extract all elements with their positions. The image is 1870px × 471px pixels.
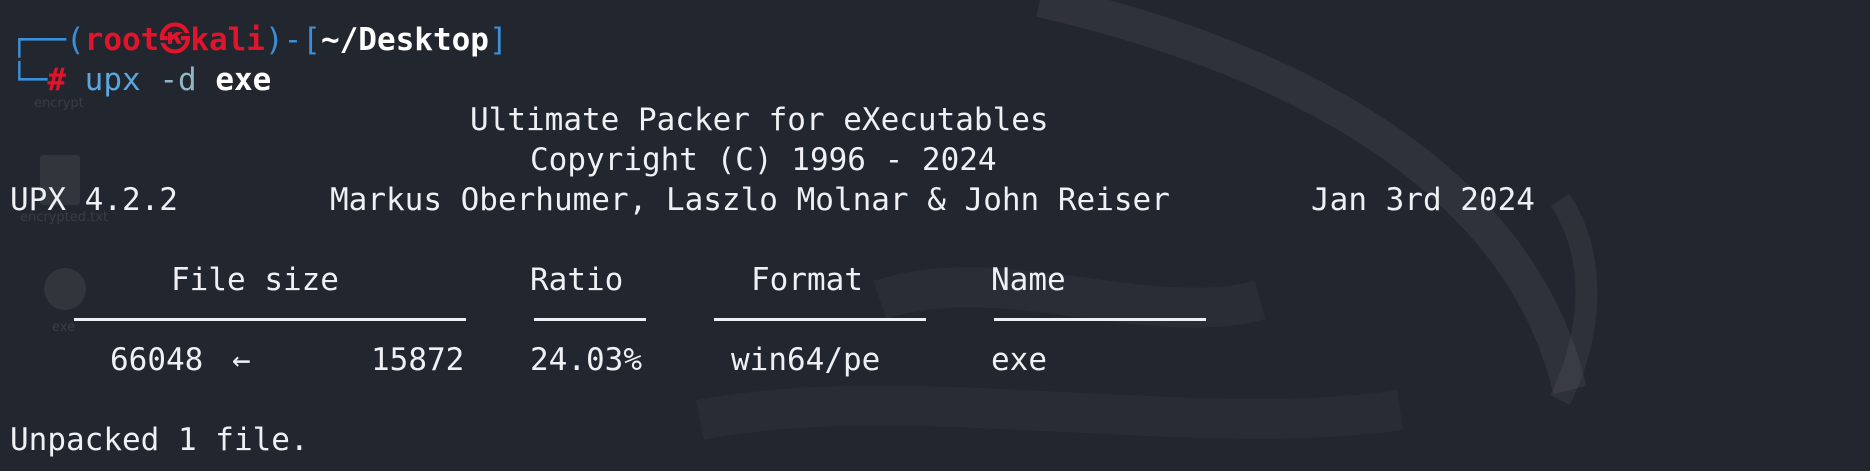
banner-copyright: Copyright (C) 1996 - 2024	[530, 142, 997, 178]
prompt-frame-top: ┌──(	[10, 22, 85, 58]
header-format: Format	[751, 262, 863, 298]
prompt-at-icon: ㉿	[159, 22, 191, 58]
prompt-cwd: ~/Desktop	[320, 22, 489, 58]
packed-size: 15872	[371, 342, 465, 378]
format-value: win64/pe	[731, 342, 881, 378]
desktop-icon-exe: exe	[52, 320, 75, 335]
name-value: exe	[991, 342, 1047, 378]
prompt-host: kali	[190, 22, 265, 58]
desktop-icon-label: exe	[52, 320, 76, 335]
prompt-separator: )-[	[264, 22, 321, 58]
banner-title: Ultimate Packer for eXecutables	[470, 102, 1049, 138]
prompt-frame-bottom: └─	[10, 62, 48, 98]
terminal-background: encrypt encrypted.txt exe	[0, 0, 1870, 471]
header-rule-name	[994, 318, 1206, 321]
header-rule-file-size	[74, 318, 466, 321]
command-flag: -d	[159, 62, 197, 98]
prompt-bracket-end: ]	[488, 22, 508, 58]
banner-version: UPX 4.2.2	[10, 182, 178, 218]
header-rule-ratio	[534, 318, 646, 321]
ratio-value: 24.03%	[530, 342, 642, 378]
prompt-hash: #	[47, 62, 66, 98]
arrow-left-icon: ←	[232, 342, 251, 378]
prompt-line: ┌──(root㉿kali)-[~/Desktop]	[10, 20, 508, 60]
header-ratio: Ratio	[530, 262, 624, 298]
dragon-wallpaper-graphic	[1036, 0, 1598, 405]
command-line: └─# upx -d exe	[10, 60, 271, 100]
gear-icon	[44, 268, 86, 310]
command-argument: exe	[215, 62, 272, 98]
prompt-user: root	[84, 22, 160, 58]
banner-date: Jan 3rd 2024	[1311, 182, 1535, 218]
header-rule-format	[714, 318, 926, 321]
original-size: 66048	[110, 342, 204, 378]
banner-authors: Markus Oberhumer, Laszlo Molnar & John R…	[330, 182, 1170, 218]
header-name: Name	[991, 262, 1066, 298]
result-message: Unpacked 1 file.	[10, 422, 309, 458]
header-file-size: File size	[171, 262, 339, 298]
command-name: upx	[84, 62, 141, 98]
